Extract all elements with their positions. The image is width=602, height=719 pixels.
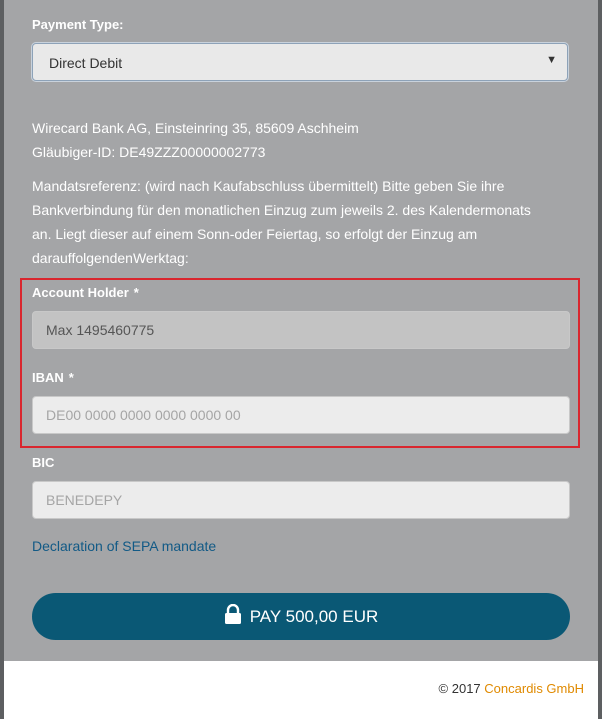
payment-type-label: Payment Type: — [32, 17, 124, 32]
brand-link[interactable]: Concardis GmbH — [484, 681, 584, 696]
copyright-text: © 2017 — [438, 681, 481, 696]
iban-input[interactable]: DE00 0000 0000 0000 0000 00 — [32, 396, 570, 434]
account-holder-label: Account Holder * — [32, 285, 139, 300]
payment-form-panel: Payment Type: Direct Debit ▼ Wirecard Ba… — [4, 0, 598, 661]
mandate-text: Mandatsreferenz: (wird nach Kaufabschlus… — [32, 178, 531, 266]
required-marker: * — [133, 285, 139, 300]
payment-type-value: Direct Debit — [49, 55, 123, 71]
modal-backdrop-right — [598, 0, 602, 719]
footer: © 2017 Concardis GmbH — [439, 681, 584, 696]
pay-button[interactable]: PAY 500,00 EUR — [32, 593, 570, 640]
bic-label: BIC — [32, 455, 55, 470]
iban-label: IBAN * — [32, 370, 74, 385]
payment-type-select[interactable]: Direct Debit ▼ — [32, 43, 568, 81]
required-marker: * — [68, 370, 74, 385]
bic-input[interactable]: BENEDEPY — [32, 481, 570, 519]
pay-button-label: PAY 500,00 EUR — [249, 606, 379, 626]
account-holder-label-text: Account Holder — [32, 285, 129, 300]
iban-label-text: IBAN — [32, 370, 64, 385]
dropdown-arrow-icon: ▼ — [546, 54, 557, 66]
lock-icon — [224, 603, 242, 629]
creditor-address: Wirecard Bank AG, Einsteinring 35, 85609… — [32, 120, 359, 136]
account-holder-input[interactable]: Max 1495460775 — [32, 311, 570, 349]
sepa-mandate-link[interactable]: Declaration of SEPA mandate — [32, 538, 216, 554]
creditor-id: Gläubiger-ID: DE49ZZZ00000002773 — [32, 144, 266, 160]
